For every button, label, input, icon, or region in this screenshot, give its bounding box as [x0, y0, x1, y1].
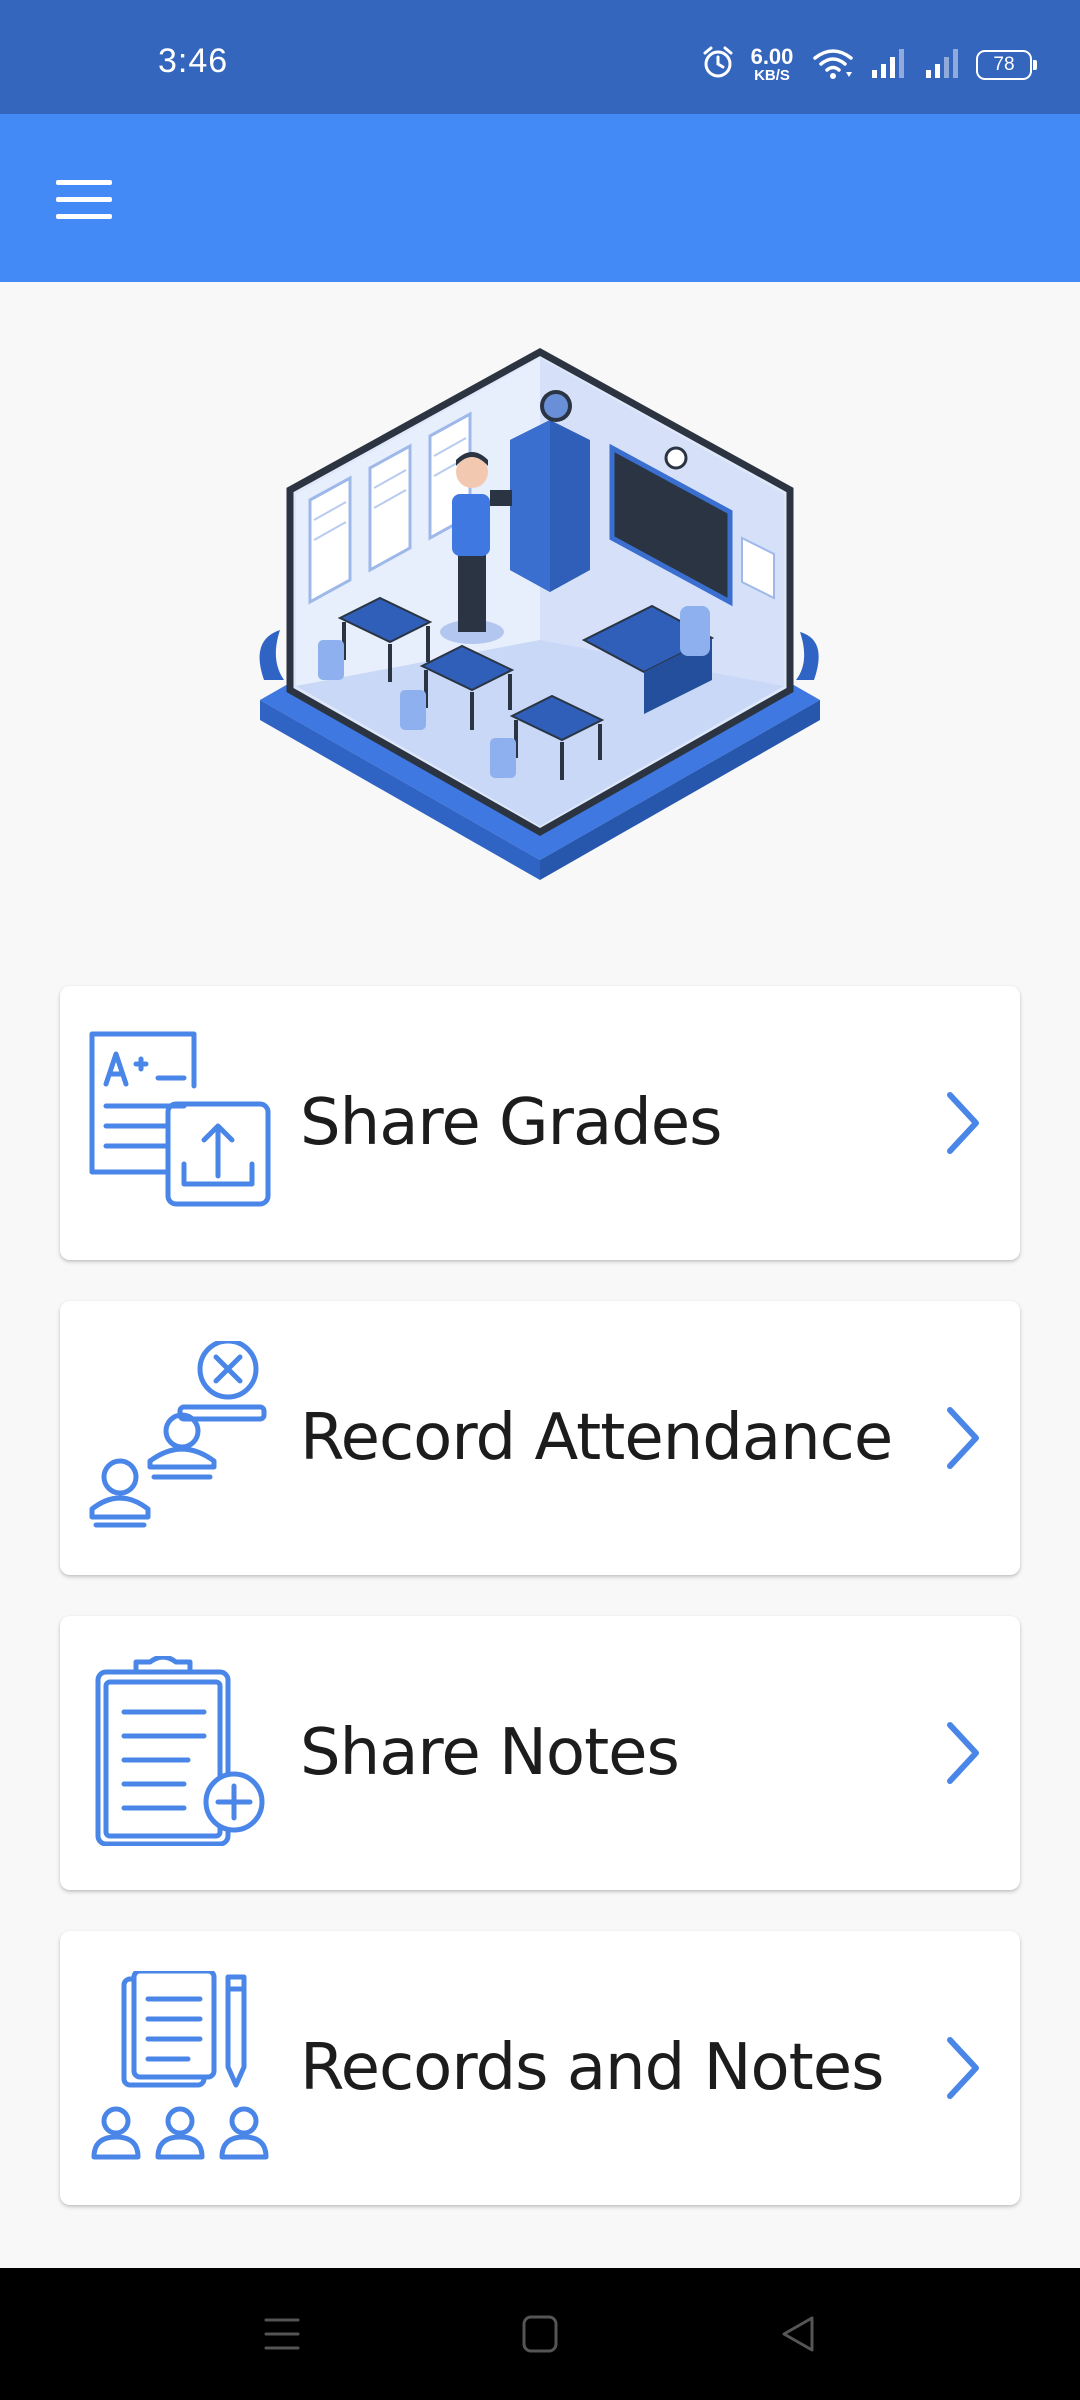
net-speed-value: 6.00 — [750, 44, 794, 69]
net-speed: 6.00 KB/S — [742, 44, 802, 84]
chevron-right-icon[interactable] — [944, 1719, 982, 1787]
record-attendance-icon — [89, 1341, 267, 1528]
status-icons: 6.00 KB/S 78 — [700, 44, 1040, 84]
alarm-icon — [703, 46, 733, 78]
app-bar — [0, 114, 1080, 282]
share-grades-label: Share Grades — [300, 1086, 722, 1160]
back-icon[interactable] — [774, 2312, 822, 2356]
status-bar: 3:46 6.00 KB/S 78 — [0, 0, 1080, 114]
share-notes-icon — [95, 1656, 265, 1846]
signal-icon — [872, 49, 904, 78]
hamburger-menu-icon[interactable] — [56, 180, 112, 220]
net-speed-unit: KB/S — [754, 67, 790, 84]
system-nav-bar — [0, 2268, 1080, 2400]
wifi-icon — [813, 49, 853, 79]
chevron-right-icon[interactable] — [944, 1089, 982, 1157]
records-and-notes-card[interactable]: Records and Notes — [60, 1931, 1020, 2205]
share-notes-card[interactable]: Share Notes — [60, 1616, 1020, 1890]
records-and-notes-label: Records and Notes — [300, 2031, 884, 2105]
home-icon[interactable] — [516, 2312, 564, 2356]
status-time: 3:46 — [158, 42, 229, 80]
chevron-right-icon[interactable] — [944, 2034, 982, 2102]
share-notes-label: Share Notes — [300, 1716, 680, 1790]
records-and-notes-icon — [91, 1971, 269, 2160]
share-grades-card[interactable]: Share Grades — [60, 986, 1020, 1260]
battery-icon: 78 — [976, 50, 1037, 80]
record-attendance-card[interactable]: Record Attendance — [60, 1301, 1020, 1575]
recents-icon[interactable] — [258, 2312, 306, 2356]
signal-icon — [926, 49, 958, 78]
classroom-illustration — [259, 348, 820, 880]
share-grades-icon — [89, 1031, 271, 1207]
record-attendance-label: Record Attendance — [300, 1401, 893, 1475]
chevron-right-icon[interactable] — [944, 1404, 982, 1472]
